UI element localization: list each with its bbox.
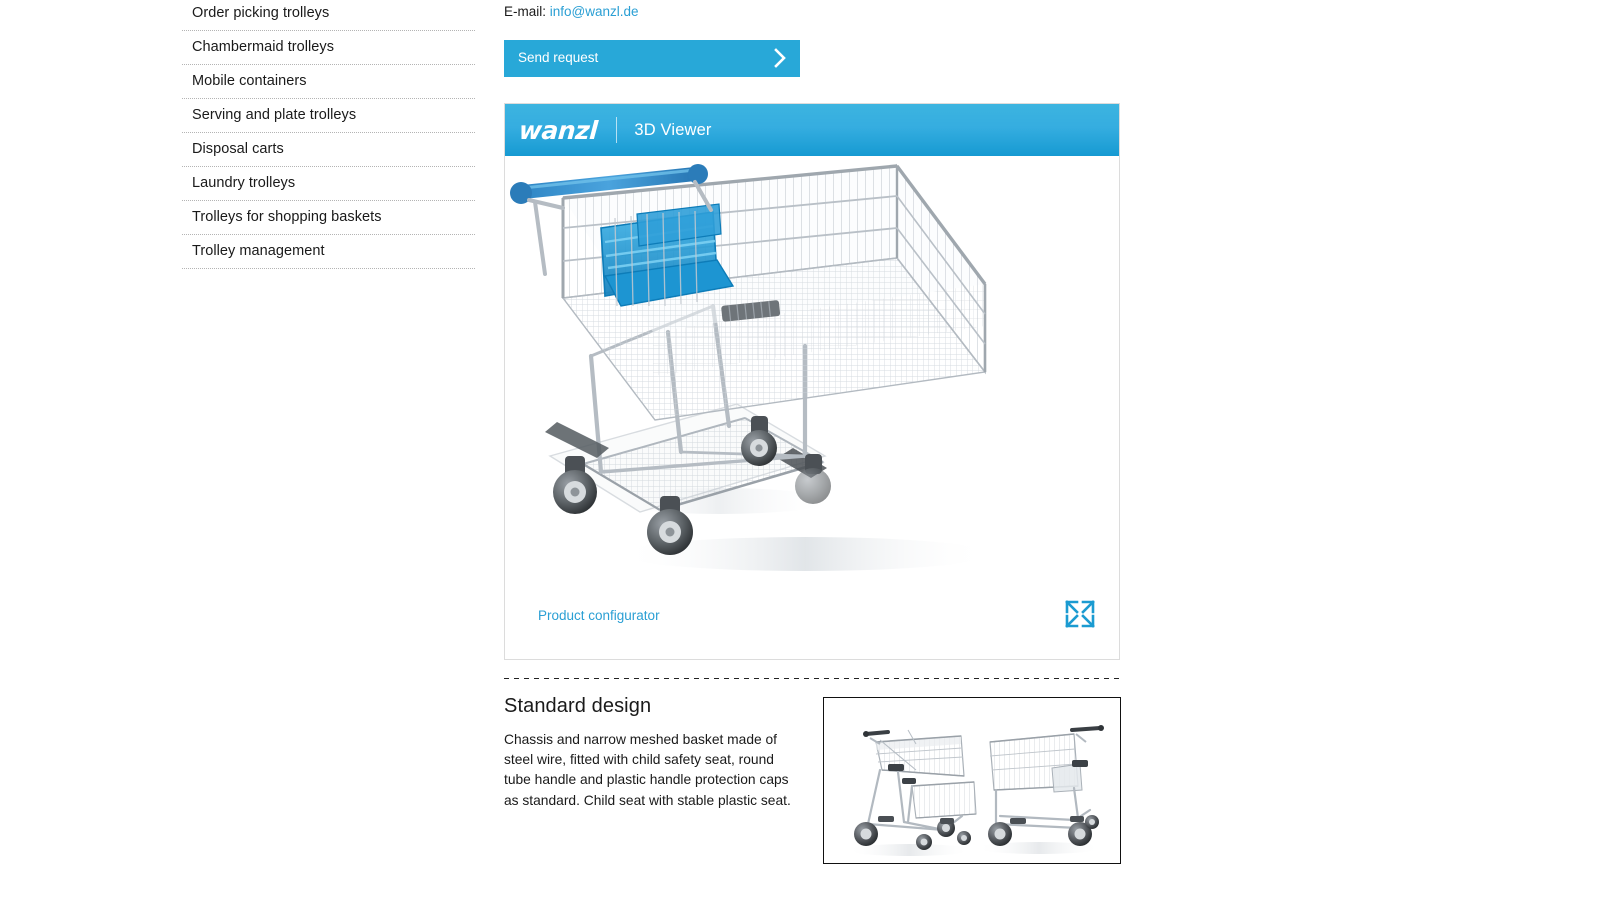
standard-design-description: Chassis and narrow meshed basket made of… [504, 732, 791, 808]
sidebar-item-label[interactable]: Trolleys for shopping baskets [192, 208, 475, 226]
sidebar-item-serving-and-plate-trolleys[interactable]: Serving and plate trolleys [182, 99, 475, 133]
section-divider [504, 678, 1124, 679]
chevron-right-icon [774, 47, 786, 69]
sidebar-item-label[interactable]: Chambermaid trolleys [192, 38, 475, 56]
category-list: Order picking trolleys Chambermaid troll… [182, 0, 475, 269]
viewer-body[interactable]: Product configurator [505, 156, 1119, 659]
sidebar-item-chambermaid-trolleys[interactable]: Chambermaid trolleys [182, 31, 475, 65]
sidebar-item-label[interactable]: Order picking trolleys [192, 4, 475, 22]
send-request-button[interactable]: Send request [504, 40, 800, 77]
sidebar-item-mobile-containers[interactable]: Mobile containers [182, 65, 475, 99]
sidebar-item-label[interactable]: Mobile containers [192, 72, 475, 90]
standard-design-section: Standard design Chassis and narrow meshe… [504, 695, 1124, 864]
email-label: E-mail: [504, 4, 547, 19]
sidebar-item-label[interactable]: Trolley management [192, 242, 475, 260]
sidebar-item-label[interactable]: Laundry trolleys [192, 174, 475, 192]
sidebar-item-trolley-management[interactable]: Trolley management [182, 235, 475, 269]
wanzl-logo: wanzl [517, 115, 599, 145]
product-thumbnail[interactable] [823, 697, 1121, 864]
product-configurator-link[interactable]: Product configurator [538, 608, 660, 623]
fullscreen-expand-icon[interactable] [1063, 597, 1097, 631]
sidebar-item-order-picking-trolleys[interactable]: Order picking trolleys [182, 0, 475, 31]
category-sidebar: Order picking trolleys Chambermaid troll… [182, 0, 475, 269]
product-3d-image[interactable] [505, 156, 1119, 586]
logo-divider [616, 117, 618, 143]
product-page: Order picking trolleys Chambermaid troll… [0, 0, 1600, 900]
viewer-footer: Product configurator [505, 587, 1119, 659]
sidebar-item-label[interactable]: Disposal carts [192, 140, 475, 158]
3d-viewer-panel: wanzl 3D Viewer Product configurator [504, 103, 1120, 660]
sidebar-item-trolleys-for-shopping-baskets[interactable]: Trolleys for shopping baskets [182, 201, 475, 235]
contact-email-row: E-mail: info@wanzl.de [504, 0, 1124, 21]
sidebar-item-laundry-trolleys[interactable]: Laundry trolleys [182, 167, 475, 201]
email-link[interactable]: info@wanzl.de [550, 4, 639, 19]
viewer-header: wanzl 3D Viewer [505, 104, 1119, 156]
send-request-label: Send request [518, 50, 599, 65]
sidebar-item-disposal-carts[interactable]: Disposal carts [182, 133, 475, 167]
main-content: E-mail: info@wanzl.de Send request wanzl… [504, 0, 1124, 864]
viewer-title: 3D Viewer [634, 120, 712, 139]
sidebar-item-label[interactable]: Serving and plate trolleys [192, 106, 475, 124]
